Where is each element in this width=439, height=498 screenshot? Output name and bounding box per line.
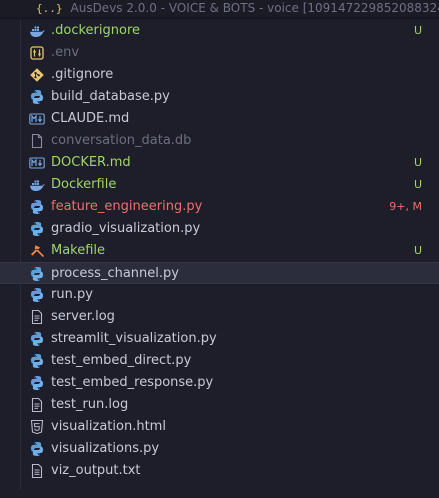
git-status-badge: 9+, M	[389, 200, 422, 213]
log-file-icon	[29, 309, 45, 325]
file-row[interactable]: visualizations.py	[0, 438, 439, 460]
file-name: server.log	[51, 309, 115, 324]
file-name: visualizations.py	[51, 441, 160, 456]
file-name: CLAUDE.md	[51, 111, 130, 126]
file-name: feature_engineering.py	[51, 199, 203, 214]
file-name: test_embed_response.py	[51, 375, 214, 390]
python-icon	[29, 441, 45, 457]
file-name: viz_output.txt	[51, 463, 141, 478]
file-row[interactable]: test_run.log	[0, 394, 439, 416]
python-icon	[29, 221, 45, 237]
git-status-badge: U	[413, 156, 422, 169]
file-name: test_embed_direct.py	[51, 353, 192, 368]
file-row[interactable]: build_database.py	[0, 86, 439, 108]
log-file-icon	[29, 397, 45, 413]
python-icon	[29, 331, 45, 347]
file-name: .env	[51, 45, 80, 60]
file-row[interactable]: .dockerignore U	[0, 20, 439, 42]
file-name: .dockerignore	[51, 23, 141, 38]
file-row[interactable]: test_embed_direct.py	[0, 350, 439, 372]
database-file-icon	[29, 133, 45, 149]
git-status-badge: U	[413, 178, 422, 191]
file-row[interactable]: gradio_visualization.py	[0, 218, 439, 240]
python-icon	[29, 287, 45, 303]
file-row[interactable]: CLAUDE.md	[0, 108, 439, 130]
file-name: DOCKER.md	[51, 155, 131, 170]
file-row[interactable]: streamlit_visualization.py	[0, 328, 439, 350]
file-row[interactable]: run.py	[0, 284, 439, 306]
git-status-badge: U	[413, 24, 422, 37]
makefile-hammer-icon	[29, 243, 45, 259]
docker-icon	[29, 177, 45, 193]
file-row[interactable]: server.log	[0, 306, 439, 328]
markdown-icon	[29, 155, 45, 171]
file-name: conversation_data.db	[51, 133, 192, 148]
file-row[interactable]: Makefile U	[0, 240, 439, 262]
file-row[interactable]: Dockerfile U	[0, 174, 439, 196]
file-row[interactable]: viz_output.txt	[0, 460, 439, 482]
file-name: streamlit_visualization.py	[51, 331, 217, 346]
env-settings-icon	[29, 45, 45, 61]
file-name: run.py	[51, 287, 93, 302]
python-icon	[29, 199, 45, 215]
file-name: process_channel.py	[51, 266, 179, 281]
file-row[interactable]: .gitignore	[0, 64, 439, 86]
file-row[interactable]: visualization.html	[0, 416, 439, 438]
file-row[interactable]: process_channel.py	[0, 262, 439, 284]
python-icon	[29, 353, 45, 369]
file-row[interactable]: feature_engineering.py 9+, M	[0, 196, 439, 218]
file-explorer: {..} AusDevs 2.0.0 - VOICE & BOTS - voic…	[0, 0, 439, 498]
text-file-icon	[29, 463, 45, 479]
file-name: build_database.py	[51, 89, 170, 104]
python-icon	[29, 89, 45, 105]
git-status-badge: U	[413, 244, 422, 257]
git-icon	[29, 67, 45, 83]
python-icon	[29, 375, 45, 391]
markdown-icon	[29, 111, 45, 127]
sticky-folder-header[interactable]: {..} AusDevs 2.0.0 - VOICE & BOTS - voic…	[0, 0, 439, 20]
json-braces-icon: {..}	[36, 1, 63, 15]
file-name: Dockerfile	[51, 177, 117, 192]
python-icon	[29, 266, 45, 282]
file-name: Makefile	[51, 243, 106, 258]
file-row[interactable]: conversation_data.db	[0, 130, 439, 152]
folder-header-title: AusDevs 2.0.0 - VOICE & BOTS - voice [10…	[70, 1, 439, 15]
file-name: visualization.html	[51, 419, 166, 434]
file-row[interactable]: .env	[0, 42, 439, 64]
file-name: test_run.log	[51, 397, 129, 412]
file-name: .gitignore	[51, 67, 114, 82]
file-name: gradio_visualization.py	[51, 221, 201, 236]
html5-icon	[29, 419, 45, 435]
file-row[interactable]: test_embed_response.py	[0, 372, 439, 394]
file-row[interactable]: DOCKER.md U	[0, 152, 439, 174]
docker-icon	[29, 23, 45, 39]
